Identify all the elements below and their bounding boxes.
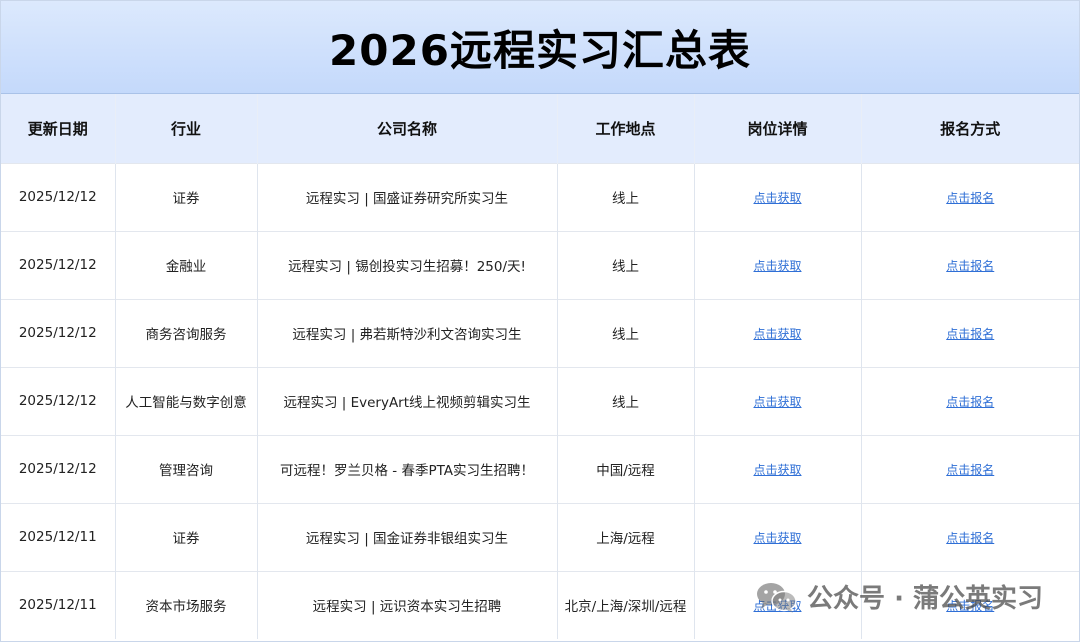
- cell-date: 2025/12/12: [1, 231, 116, 299]
- detail-link[interactable]: 点击获取: [753, 463, 801, 477]
- cell-location: 北京/上海/深圳/远程: [557, 571, 695, 639]
- cell-location: 线上: [557, 231, 695, 299]
- cell-apply: 点击报名: [861, 435, 1079, 503]
- cell-company: 远程实习 | 锡创投实习生招募！250/天!: [257, 231, 558, 299]
- table-row: 2025/12/12 商务咨询服务 远程实习 | 弗若斯特沙利文咨询实习生 线上…: [1, 299, 1079, 367]
- cell-location: 线上: [557, 163, 695, 231]
- cell-industry: 证券: [115, 163, 258, 231]
- table-row: 2025/12/12 管理咨询 可远程！罗兰贝格 - 春季PTA实习生招聘！ 中…: [1, 435, 1079, 503]
- table-row: 2025/12/11 资本市场服务 远程实习 | 远识资本实习生招聘 北京/上海…: [1, 571, 1079, 639]
- detail-link[interactable]: 点击获取: [753, 395, 801, 409]
- detail-link[interactable]: 点击获取: [753, 599, 801, 613]
- header-location: 工作地点: [557, 94, 695, 163]
- cell-company: 远程实习 | 弗若斯特沙利文咨询实习生: [257, 299, 558, 367]
- table-row: 2025/12/12 证券 远程实习 | 国盛证券研究所实习生 线上 点击获取 …: [1, 163, 1079, 231]
- cell-industry: 管理咨询: [115, 435, 258, 503]
- header-date: 更新日期: [1, 94, 116, 163]
- cell-detail: 点击获取: [694, 571, 862, 639]
- apply-link[interactable]: 点击报名: [946, 395, 994, 409]
- cell-company: 远程实习 | 国金证券非银组实习生: [257, 503, 558, 571]
- apply-link[interactable]: 点击报名: [946, 191, 994, 205]
- cell-apply: 点击报名: [861, 231, 1079, 299]
- apply-link[interactable]: 点击报名: [946, 531, 994, 545]
- cell-industry: 人工智能与数字创意: [115, 367, 258, 435]
- cell-date: 2025/12/12: [1, 299, 116, 367]
- cell-company: 远程实习 | 远识资本实习生招聘: [257, 571, 558, 639]
- cell-date: 2025/12/12: [1, 367, 116, 435]
- cell-apply: 点击报名: [861, 163, 1079, 231]
- cell-date: 2025/12/11: [1, 503, 116, 571]
- cell-detail: 点击获取: [694, 367, 862, 435]
- header-company: 公司名称: [257, 94, 558, 163]
- cell-date: 2025/12/11: [1, 571, 116, 639]
- cell-location: 上海/远程: [557, 503, 695, 571]
- cell-date: 2025/12/12: [1, 163, 116, 231]
- detail-link[interactable]: 点击获取: [753, 531, 801, 545]
- cell-apply: 点击报名: [861, 503, 1079, 571]
- cell-industry: 金融业: [115, 231, 258, 299]
- cell-apply: 点击报名: [861, 299, 1079, 367]
- cell-detail: 点击获取: [694, 503, 862, 571]
- header-apply: 报名方式: [940, 119, 1001, 138]
- cell-detail: 点击获取: [694, 163, 862, 231]
- detail-link[interactable]: 点击获取: [753, 259, 801, 273]
- cell-company: 可远程！罗兰贝格 - 春季PTA实习生招聘！: [257, 435, 558, 503]
- page: 2026远程实习汇总表 更新日期 行业 公司名称 工作地点 岗位详情 报名方式 …: [0, 0, 1080, 642]
- cell-date: 2025/12/12: [1, 435, 116, 503]
- cell-apply: 点击报名: [861, 571, 1079, 639]
- cell-location: 线上: [557, 299, 695, 367]
- table-row: 2025/12/11 证券 远程实习 | 国金证券非银组实习生 上海/远程 点击…: [1, 503, 1079, 571]
- title-bar: 2026远程实习汇总表: [1, 1, 1079, 94]
- table-row: 2025/12/12 人工智能与数字创意 远程实习 | EveryArt线上视频…: [1, 367, 1079, 435]
- page-title: 2026远程实习汇总表: [329, 25, 751, 75]
- cell-detail: 点击获取: [694, 231, 862, 299]
- table-header-row: 更新日期 行业 公司名称 工作地点 岗位详情 报名方式: [1, 94, 1079, 163]
- cell-industry: 商务咨询服务: [115, 299, 258, 367]
- cell-company: 远程实习 | 国盛证券研究所实习生: [257, 163, 558, 231]
- internship-table: 更新日期 行业 公司名称 工作地点 岗位详情 报名方式 2025/12/12 证…: [1, 94, 1079, 639]
- cell-company: 远程实习 | EveryArt线上视频剪辑实习生: [257, 367, 558, 435]
- cell-industry: 证券: [115, 503, 258, 571]
- header-detail: 岗位详情: [694, 94, 862, 163]
- cell-detail: 点击获取: [694, 435, 862, 503]
- cell-location: 线上: [557, 367, 695, 435]
- detail-link[interactable]: 点击获取: [753, 191, 801, 205]
- apply-link[interactable]: 点击报名: [946, 259, 994, 273]
- cell-detail: 点击获取: [694, 299, 862, 367]
- apply-link[interactable]: 点击报名: [946, 463, 994, 477]
- header-industry: 行业: [115, 94, 258, 163]
- cell-apply: 点击报名: [861, 367, 1079, 435]
- detail-link[interactable]: 点击获取: [753, 327, 801, 341]
- apply-link[interactable]: 点击报名: [946, 599, 994, 613]
- table-row: 2025/12/12 金融业 远程实习 | 锡创投实习生招募！250/天! 线上…: [1, 231, 1079, 299]
- cell-location: 中国/远程: [557, 435, 695, 503]
- apply-link[interactable]: 点击报名: [946, 327, 994, 341]
- cell-industry: 资本市场服务: [115, 571, 258, 639]
